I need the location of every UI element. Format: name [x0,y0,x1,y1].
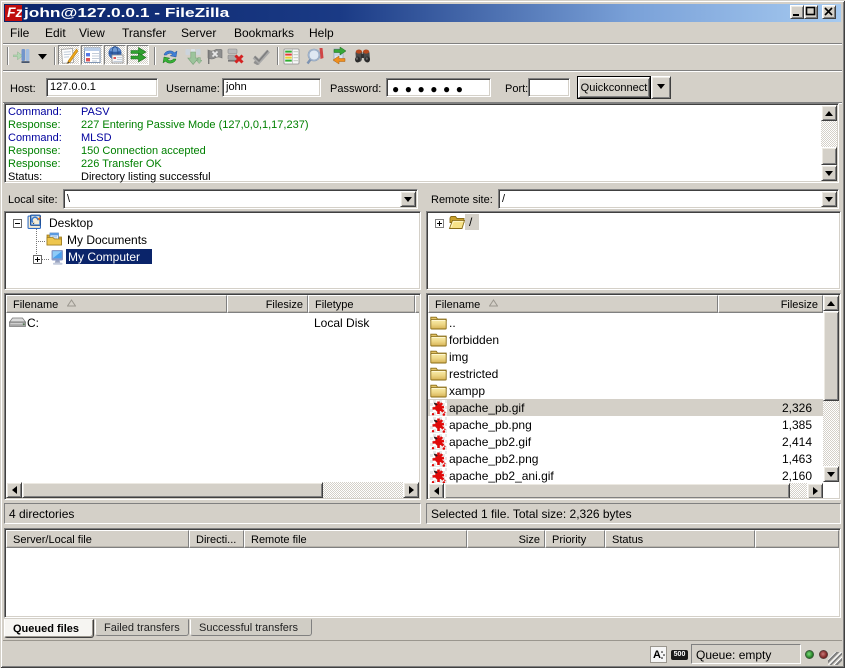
svg-text:A: A [653,649,661,661]
